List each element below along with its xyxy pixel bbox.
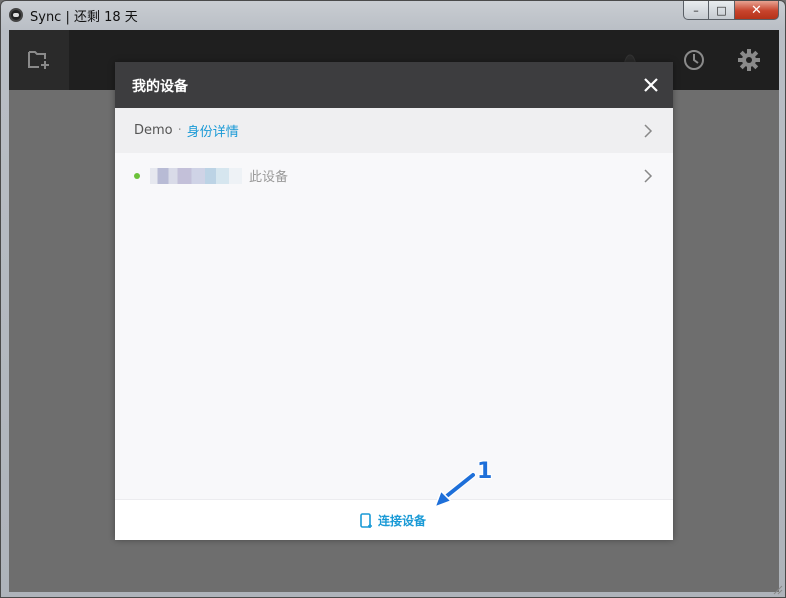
dialog-close-button[interactable] [641, 75, 661, 95]
dialog-footer: 连接设备 [115, 499, 673, 540]
add-device-icon [360, 512, 372, 528]
add-folder-icon [28, 51, 49, 69]
history-button[interactable] [673, 30, 715, 90]
this-device-tag: 此设备 [249, 170, 289, 185]
title-bar[interactable]: Sync | 还剩 18 天 – □ ✕ [1, 1, 785, 29]
separator: · [177, 123, 182, 138]
maximize-button[interactable]: □ [709, 1, 735, 20]
sync-app-icon [9, 8, 23, 22]
annotation-number: 1 [477, 459, 493, 484]
device-name: Demo [134, 123, 173, 138]
dialog-header: 我的设备 [115, 62, 673, 108]
online-status-dot [134, 172, 140, 179]
add-folder-button[interactable] [9, 30, 69, 90]
my-devices-dialog: 我的设备 Demo · 身份详情 此设备 连接设备 [115, 62, 673, 540]
close-icon: ✕ [751, 2, 762, 18]
device-row-this-device[interactable]: 此设备 [115, 153, 673, 198]
chevron-right-icon [644, 169, 653, 183]
connect-device-button[interactable]: 连接设备 [360, 512, 426, 529]
chevron-right-icon [644, 124, 653, 138]
close-window-button[interactable]: ✕ [735, 1, 779, 20]
settings-button[interactable] [727, 30, 771, 90]
identity-details-link[interactable]: 身份详情 [187, 121, 239, 140]
window-title: Sync | 还剩 18 天 [30, 10, 138, 25]
maximize-icon: □ [716, 3, 727, 17]
history-icon [684, 50, 704, 70]
settings-icon [738, 49, 760, 71]
window-controls: – □ ✕ [683, 1, 779, 21]
resize-grip-icon[interactable] [773, 585, 783, 595]
close-icon [644, 78, 658, 92]
annotation-arrow-icon [433, 472, 476, 509]
connect-device-label: 连接设备 [378, 514, 427, 528]
device-row-demo[interactable]: Demo · 身份详情 [115, 108, 673, 153]
minimize-icon: – [693, 3, 699, 17]
blurred-device-name [150, 167, 242, 184]
app-window: Sync | 还剩 18 天 – □ ✕ 我的设备 Demo · 身份详情 此设… [0, 0, 786, 598]
dialog-title: 我的设备 [132, 79, 188, 95]
minimize-button[interactable]: – [683, 1, 709, 20]
